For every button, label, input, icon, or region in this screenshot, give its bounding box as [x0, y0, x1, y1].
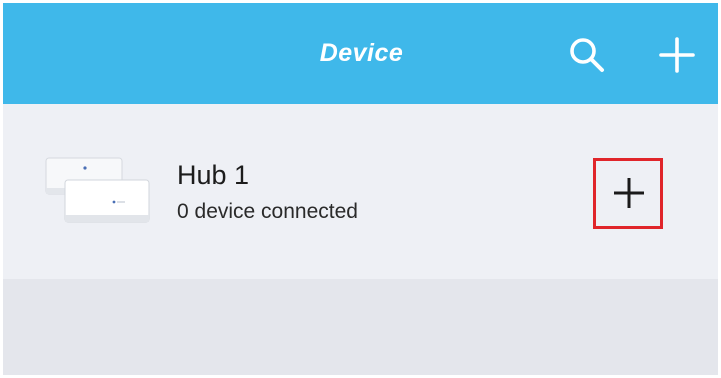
- device-status: 0 device connected: [177, 200, 358, 223]
- list-item-hub[interactable]: Hub 1 0 device connected: [3, 104, 718, 279]
- app-screen: Device Hub 1 0 device connected: [3, 3, 718, 375]
- empty-list-area: [3, 279, 718, 375]
- search-button[interactable]: [565, 33, 609, 77]
- plus-icon: [614, 178, 644, 208]
- add-to-hub-button[interactable]: [593, 158, 663, 229]
- add-device-button[interactable]: [655, 33, 699, 77]
- page-title: Device: [319, 39, 404, 67]
- plus-icon: [659, 37, 695, 73]
- search-icon: [570, 38, 604, 72]
- top-bar: Device: [3, 3, 718, 104]
- device-name: Hub 1: [177, 160, 250, 190]
- hub-device-icon: [43, 154, 153, 232]
